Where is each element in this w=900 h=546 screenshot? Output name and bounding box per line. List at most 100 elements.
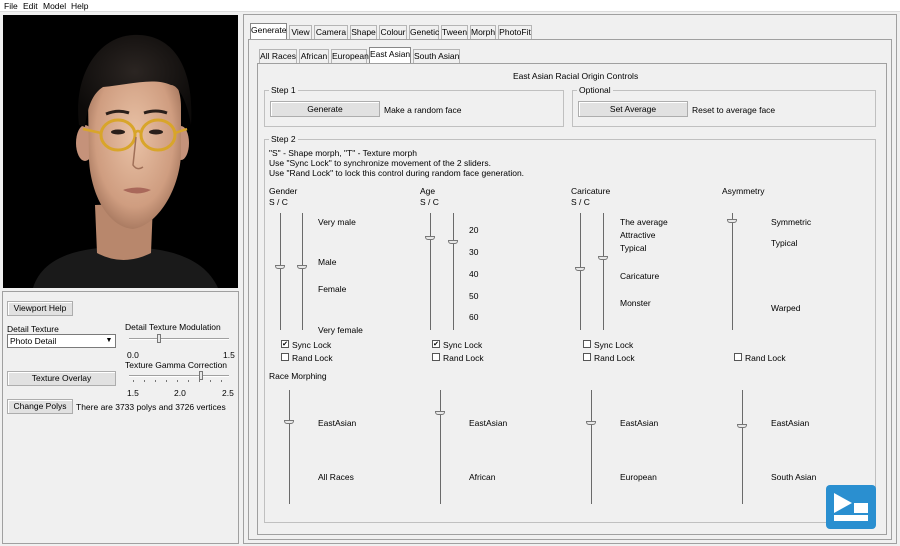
gender-texture-thumb[interactable]: [297, 265, 307, 269]
asymmetry-thumb[interactable]: [727, 219, 737, 223]
help-line-2: Use "Sync Lock" to synchronize movement …: [269, 158, 491, 168]
asymmetry-label-typical: Typical: [771, 238, 798, 248]
gender-shape-thumb[interactable]: [275, 265, 285, 269]
modulation-max: 1.5: [223, 350, 235, 360]
age-label-60: 60: [469, 312, 479, 322]
caricature-shape-thumb[interactable]: [575, 267, 585, 271]
detail-texture-label: Detail Texture: [7, 324, 59, 334]
panel-title: East Asian Racial Origin Controls: [513, 71, 639, 81]
caricature-rand-lock-label: Rand Lock: [594, 353, 635, 363]
age-label-20: 20: [469, 225, 479, 235]
age-texture-thumb[interactable]: [448, 240, 458, 244]
texture-overlay-button[interactable]: Texture Overlay: [7, 371, 116, 386]
caricature-shape-slider[interactable]: [580, 213, 581, 330]
race-slider-all-races[interactable]: [289, 390, 290, 504]
caricature-texture-slider[interactable]: [603, 213, 604, 330]
menu-model[interactable]: Model: [43, 1, 66, 11]
subtab-african[interactable]: African: [299, 49, 329, 63]
tab-morph[interactable]: Morph: [470, 25, 496, 39]
gender-rand-lock-label: Rand Lock: [292, 353, 333, 363]
age-sync-lock-checkbox[interactable]: ✔: [432, 340, 440, 348]
race-slider-european[interactable]: [591, 390, 592, 504]
optional-group: Optional Set Average Reset to average fa…: [572, 85, 876, 127]
age-shape-slider[interactable]: [430, 213, 431, 330]
step2-group: Step 2 "S" - Shape morph, "T" - Texture …: [264, 134, 876, 523]
tab-generate[interactable]: Generate: [250, 23, 287, 39]
3d-viewport[interactable]: [3, 15, 238, 288]
gamma-tick-1: 1.5: [127, 388, 139, 398]
race-slider-african-thumb[interactable]: [435, 411, 445, 415]
optional-title: Optional: [577, 85, 613, 95]
tab-genetic[interactable]: Genetic: [409, 25, 439, 39]
subtab-european[interactable]: European: [331, 49, 369, 63]
asymmetry-rand-lock-checkbox[interactable]: [734, 353, 742, 361]
age-label-40: 40: [469, 269, 479, 279]
caricature-label-caricature: Caricature: [620, 271, 660, 281]
race-top-label-2: EastAsian: [469, 418, 508, 428]
age-shape-thumb[interactable]: [425, 236, 435, 240]
asymmetry-label-symmetric: Symmetric: [771, 217, 812, 227]
detail-texture-select[interactable]: Photo Detail ▼: [7, 334, 116, 348]
gender-label-male: Male: [318, 257, 337, 267]
tab-tween[interactable]: Tween: [441, 25, 468, 39]
set-average-button[interactable]: Set Average: [578, 101, 688, 117]
gender-texture-slider[interactable]: [302, 213, 303, 330]
tab-photofit[interactable]: PhotoFit: [498, 25, 532, 39]
gender-label-very-male: Very male: [318, 217, 356, 227]
age-label-50: 50: [469, 291, 479, 301]
gamma-slider[interactable]: [129, 375, 229, 377]
gender-shape-slider[interactable]: [280, 213, 281, 330]
asymmetry-title: Asymmetry: [722, 186, 765, 196]
caricature-rand-lock-checkbox[interactable]: [583, 353, 591, 361]
menu-help[interactable]: Help: [71, 1, 88, 11]
left-control-panel: Viewport Help Detail Texture Photo Detai…: [2, 291, 239, 544]
tab-shape[interactable]: Shape: [350, 25, 377, 39]
modulation-slider-thumb[interactable]: [157, 334, 161, 343]
detail-texture-value: Photo Detail: [10, 336, 57, 346]
gamma-tick-2: 2.0: [174, 388, 186, 398]
age-texture-slider[interactable]: [453, 213, 454, 330]
gamma-tick-3: 2.5: [222, 388, 234, 398]
modulation-slider[interactable]: [129, 338, 229, 340]
race-slider-south-asian-thumb[interactable]: [737, 424, 747, 428]
caricature-texture-thumb[interactable]: [598, 256, 608, 260]
generate-button[interactable]: Generate: [270, 101, 380, 117]
set-average-description: Reset to average face: [692, 105, 776, 115]
watermark-logo-icon: [826, 485, 876, 529]
tab-camera[interactable]: Camera: [314, 25, 348, 39]
gender-label-female: Female: [318, 284, 347, 294]
race-slider-all-races-thumb[interactable]: [284, 420, 294, 424]
subtab-all-races[interactable]: All Races: [259, 49, 297, 63]
gamma-slider-thumb[interactable]: [199, 371, 203, 380]
menu-edit[interactable]: Edit: [23, 1, 38, 11]
age-label-30: 30: [469, 247, 479, 257]
gender-title: Gender: [269, 186, 298, 196]
race-slider-south-asian[interactable]: [742, 390, 743, 504]
subtab-south-asian[interactable]: South Asian: [413, 49, 460, 63]
caricature-sync-lock-checkbox[interactable]: [583, 340, 591, 348]
age-sync-lock-label: Sync Lock: [443, 340, 483, 350]
menu-file[interactable]: File: [4, 1, 18, 11]
tab-colour[interactable]: Colour: [379, 25, 407, 39]
change-polys-button[interactable]: Change Polys: [7, 399, 73, 414]
generate-description: Make a random face: [384, 105, 462, 115]
caricature-label-attractive: Attractive: [620, 230, 656, 240]
step1-group: Step 1 Generate Make a random face: [264, 85, 564, 127]
asymmetry-label-warped: Warped: [771, 303, 801, 313]
east-asian-content: East Asian Racial Origin Controls Step 1…: [257, 63, 887, 535]
gamma-label: Texture Gamma Correction: [125, 360, 228, 370]
caricature-label-monster: Monster: [620, 298, 651, 308]
subtab-east-asian[interactable]: East Asian: [369, 47, 411, 63]
age-rand-lock-checkbox[interactable]: [432, 353, 440, 361]
gender-sync-lock-checkbox[interactable]: ✔: [281, 340, 289, 348]
viewport-help-button[interactable]: Viewport Help: [7, 301, 73, 316]
race-slider-european-thumb[interactable]: [586, 421, 596, 425]
tab-view[interactable]: View: [289, 25, 312, 39]
asymmetry-slider[interactable]: [732, 213, 733, 330]
main-control-panel: Generate View Camera Shape Colour Geneti…: [243, 14, 897, 544]
race-slider-african[interactable]: [440, 390, 441, 504]
menu-bar: File Edit Model Help: [0, 0, 900, 12]
gender-rand-lock-checkbox[interactable]: [281, 353, 289, 361]
modulation-min: 0.0: [127, 350, 139, 360]
poly-info-text: There are 3733 polys and 3726 vertices: [76, 402, 226, 412]
